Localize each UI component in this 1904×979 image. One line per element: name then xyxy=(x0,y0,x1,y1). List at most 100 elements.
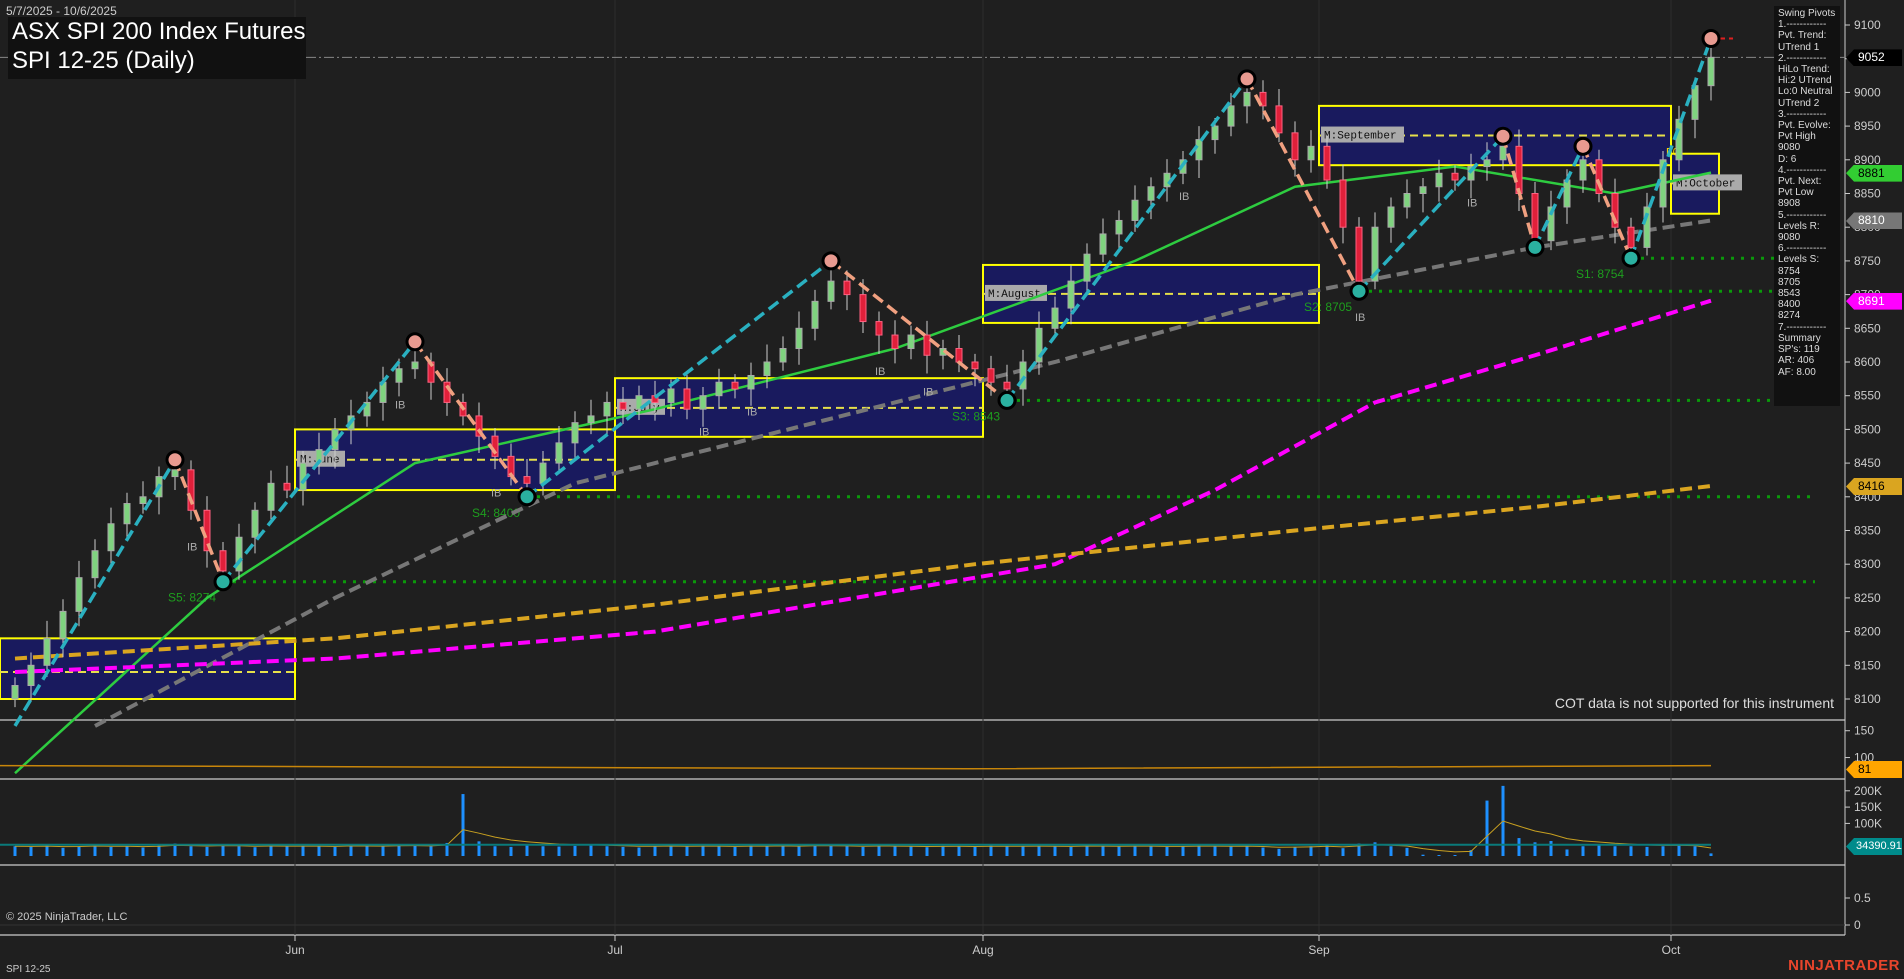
candle-body xyxy=(1388,207,1394,227)
swing-pivot-line: Levels R: xyxy=(1778,221,1840,232)
candle-body xyxy=(1356,227,1362,281)
swing-pivot-line: 3.------------ xyxy=(1778,109,1840,120)
candle-body xyxy=(1100,234,1106,254)
y-tick-label: 8200 xyxy=(1854,625,1881,639)
swing-pivot-line: 6.------------ xyxy=(1778,243,1840,254)
candle-body xyxy=(732,382,738,389)
candle-body xyxy=(172,470,178,477)
candle-body xyxy=(1116,220,1122,233)
footer-symbol: SPI 12-25 xyxy=(6,964,50,975)
candle-body xyxy=(716,382,722,395)
swing-pivot-line: Lo:0 Neutral xyxy=(1778,86,1840,97)
candle-body xyxy=(1404,194,1410,207)
candle-body xyxy=(748,375,754,388)
candle-body xyxy=(956,349,962,362)
candle-body xyxy=(1164,173,1170,186)
y-tick-label: 8300 xyxy=(1854,557,1881,571)
contract-period: SPI 12-25 (Daily) xyxy=(8,46,306,75)
swing-low-marker xyxy=(1351,283,1367,299)
candle-body xyxy=(1676,119,1682,159)
swing-low-marker xyxy=(999,392,1015,408)
volume-value-badge: 34390.91 xyxy=(1846,838,1902,855)
price-badge: 8810 xyxy=(1846,212,1902,229)
inside-bar-label: IB xyxy=(747,406,757,418)
y-tick-label: 9100 xyxy=(1854,18,1881,32)
swing-pivot-line: UTrend 1 xyxy=(1778,42,1840,53)
candle-body xyxy=(892,335,898,348)
swing-pivot-line: 8754 xyxy=(1778,266,1840,277)
candle-body xyxy=(1228,106,1234,126)
inside-bar-label: IB xyxy=(875,366,885,378)
support-label: S1: 8754 xyxy=(1576,267,1624,281)
support-label: S3: 8543 xyxy=(952,409,1000,423)
copyright: © 2025 NinjaTrader, LLC xyxy=(6,911,127,923)
swing-high-marker xyxy=(407,334,423,350)
swing-pivot-line: 8400 xyxy=(1778,299,1840,310)
candle-body xyxy=(908,335,914,348)
cot-message: COT data is not supported for this instr… xyxy=(1555,695,1834,711)
candle-body xyxy=(604,402,610,415)
candle-body xyxy=(1500,146,1506,159)
y-tick-label: 8600 xyxy=(1854,355,1881,369)
x-axis-label: Oct xyxy=(1662,943,1681,957)
candle-body xyxy=(1084,254,1090,281)
candle-body xyxy=(764,362,770,375)
candle-body xyxy=(1628,227,1634,247)
x-axis-label: Jun xyxy=(285,943,304,957)
swing-pivot-line: UTrend 2 xyxy=(1778,98,1840,109)
price-badge: 9052 xyxy=(1846,49,1902,66)
candle-body xyxy=(1068,281,1074,308)
candle-body xyxy=(252,510,258,537)
instrument-name: ASX SPI 200 Index Futures xyxy=(8,17,306,46)
candle-body xyxy=(44,638,50,665)
inside-bar-label: IB xyxy=(699,427,709,439)
swing-low-marker xyxy=(519,489,535,505)
swing-high-marker xyxy=(167,452,183,468)
candle-body xyxy=(876,322,882,335)
price-chart[interactable]: 8100815082008250830083508400845085008550… xyxy=(0,0,1904,979)
candle-body xyxy=(668,389,674,402)
candle-body xyxy=(1292,133,1298,160)
candle-body xyxy=(444,382,450,402)
swing-low-marker xyxy=(1623,250,1639,266)
swing-pivots-panel: Swing Pivots1.------------Pvt. Trend:UTr… xyxy=(1774,6,1840,406)
inside-bar-label: IB xyxy=(187,541,197,553)
swing-pivot-line: SP's: 119 xyxy=(1778,344,1840,355)
candle-body xyxy=(1212,126,1218,139)
candle-body xyxy=(108,524,114,551)
swing-pivot-line: AR: 406 xyxy=(1778,355,1840,366)
candle-body xyxy=(828,281,834,301)
candle-body xyxy=(1004,382,1010,389)
inside-bar-label: IB xyxy=(395,400,405,412)
candle-body xyxy=(124,504,130,524)
candle-body xyxy=(1276,106,1282,133)
candle-body xyxy=(28,665,34,685)
candle-body xyxy=(1132,200,1138,220)
swing-pivot-line: 8274 xyxy=(1778,310,1840,321)
candle-body xyxy=(140,497,146,504)
swing-pivot-line: D: 6 xyxy=(1778,154,1840,165)
candle-body xyxy=(780,349,786,362)
candle-body xyxy=(1516,146,1522,193)
volume-tick-label: 200K xyxy=(1854,784,1882,798)
candle-body xyxy=(524,477,530,484)
swing-pivot-line: 8705 xyxy=(1778,277,1840,288)
candle-body xyxy=(812,301,818,328)
candle-body xyxy=(60,611,66,638)
candle-body xyxy=(1708,57,1714,85)
date-range: 5/7/2025 - 10/6/2025 xyxy=(6,4,117,18)
y-tick-label: 8350 xyxy=(1854,524,1881,538)
candle-body xyxy=(556,443,562,463)
candle-body xyxy=(844,281,850,294)
swing-pivot-line: Swing Pivots xyxy=(1778,8,1840,19)
inside-bar-label: IB xyxy=(1179,191,1189,203)
candle-body xyxy=(1340,180,1346,227)
swing-leg xyxy=(1007,79,1247,400)
candle-body xyxy=(1692,86,1698,120)
inside-bar-label: IB xyxy=(1355,312,1365,324)
candle-body xyxy=(76,578,82,612)
y-tick-label: 8650 xyxy=(1854,321,1881,335)
y-tick-label: 8100 xyxy=(1854,692,1881,706)
x-axis-label: Sep xyxy=(1308,943,1329,957)
candle-body xyxy=(860,295,866,322)
